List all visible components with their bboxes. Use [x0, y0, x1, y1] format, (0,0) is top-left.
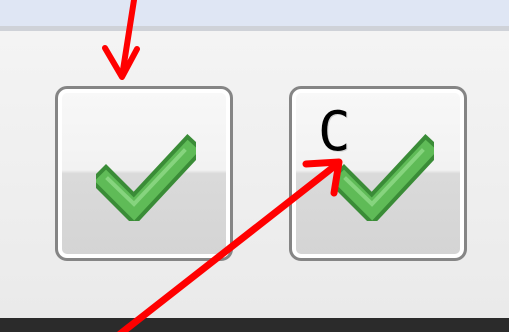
bottom-band: [0, 318, 509, 332]
check-c-button[interactable]: C: [289, 86, 467, 261]
top-band: [0, 0, 509, 26]
checkmark-icon: [96, 134, 196, 221]
c-letter: C: [318, 100, 351, 163]
check-button[interactable]: [55, 86, 233, 261]
